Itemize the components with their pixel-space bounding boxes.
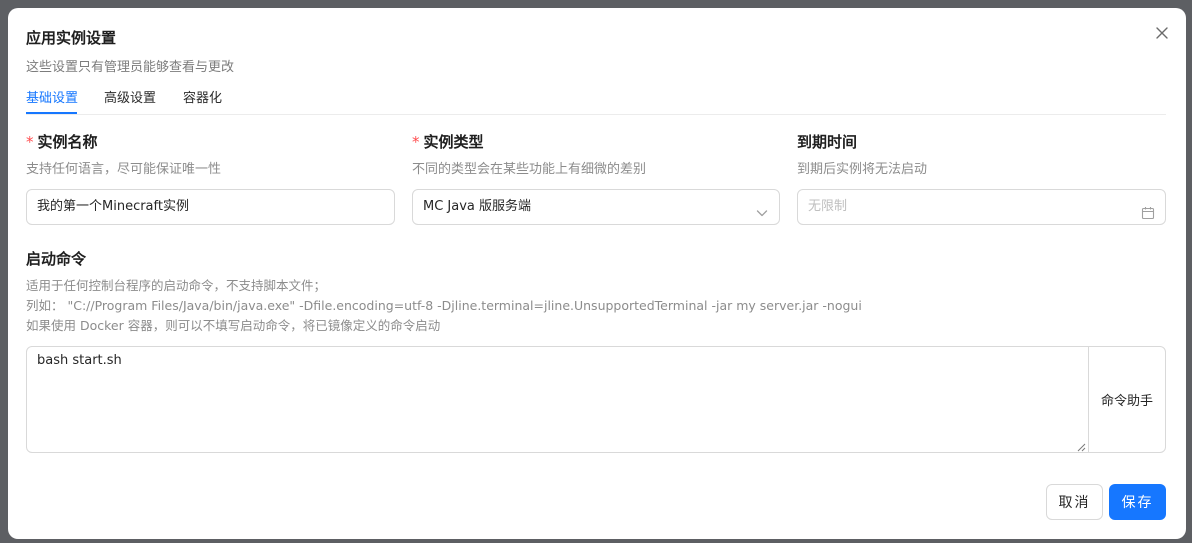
instance-settings-dialog: 应用实例设置 这些设置只有管理员能够查看与更改 基础设置 高级设置 容器化 * 实…: [8, 8, 1186, 539]
required-mark: *: [412, 133, 420, 151]
expire-time-help: 到期后实例将无法启动: [797, 162, 928, 177]
start-command-group: bash start.sh 命令助手: [26, 346, 1166, 453]
required-mark: *: [26, 133, 34, 151]
tab-basic-settings[interactable]: 基础设置: [26, 87, 78, 106]
calendar-icon: [1141, 200, 1155, 220]
tab-advanced-settings[interactable]: 高级设置: [104, 87, 156, 106]
close-icon[interactable]: [1154, 25, 1170, 41]
dialog-title: 应用实例设置: [26, 29, 117, 47]
expire-time-picker[interactable]: 无限制: [797, 189, 1166, 225]
chevron-down-icon: [755, 200, 769, 217]
resize-grip-icon[interactable]: [1077, 441, 1086, 452]
expire-time-placeholder: 无限制: [808, 199, 848, 214]
cancel-button[interactable]: 取消: [1046, 484, 1103, 520]
active-tab-indicator: [26, 112, 77, 114]
instance-type-label: * 实例类型: [412, 133, 484, 151]
tab-containerization[interactable]: 容器化: [183, 87, 222, 106]
command-helper-button[interactable]: 命令助手: [1088, 346, 1166, 453]
help-line: 如果使用 Docker 容器，则可以不填写启动命令，将已镜像定义的命令启动: [26, 318, 441, 333]
start-command-textarea[interactable]: bash start.sh: [26, 346, 1089, 453]
save-button[interactable]: 保存: [1109, 484, 1166, 520]
dialog-subtitle: 这些设置只有管理员能够查看与更改: [26, 60, 235, 75]
settings-tabs: 基础设置 高级设置 容器化: [26, 86, 1166, 115]
expire-time-label: 到期时间: [797, 133, 858, 151]
instance-type-select[interactable]: MC Java 版服务端: [412, 189, 780, 225]
instance-name-label: * 实例名称: [26, 133, 98, 151]
instance-type-value: MC Java 版服务端: [423, 199, 532, 214]
instance-type-help: 不同的类型会在某些功能上有细微的差别: [412, 162, 647, 177]
start-command-help: 适用于任何控制台程序的启动命令，不支持脚本文件； 列如： "C://Progra…: [26, 276, 862, 336]
start-command-label: 启动命令: [26, 250, 87, 268]
start-command-value: bash start.sh: [37, 353, 122, 368]
help-line: 列如： "C://Program Files/Java/bin/java.exe…: [26, 298, 862, 313]
instance-name-help: 支持任何语言，尽可能保证唯一性: [26, 162, 222, 177]
help-line: 适用于任何控制台程序的启动命令，不支持脚本文件；: [26, 278, 327, 293]
instance-name-input[interactable]: 我的第一个Minecraft实例: [26, 189, 395, 225]
